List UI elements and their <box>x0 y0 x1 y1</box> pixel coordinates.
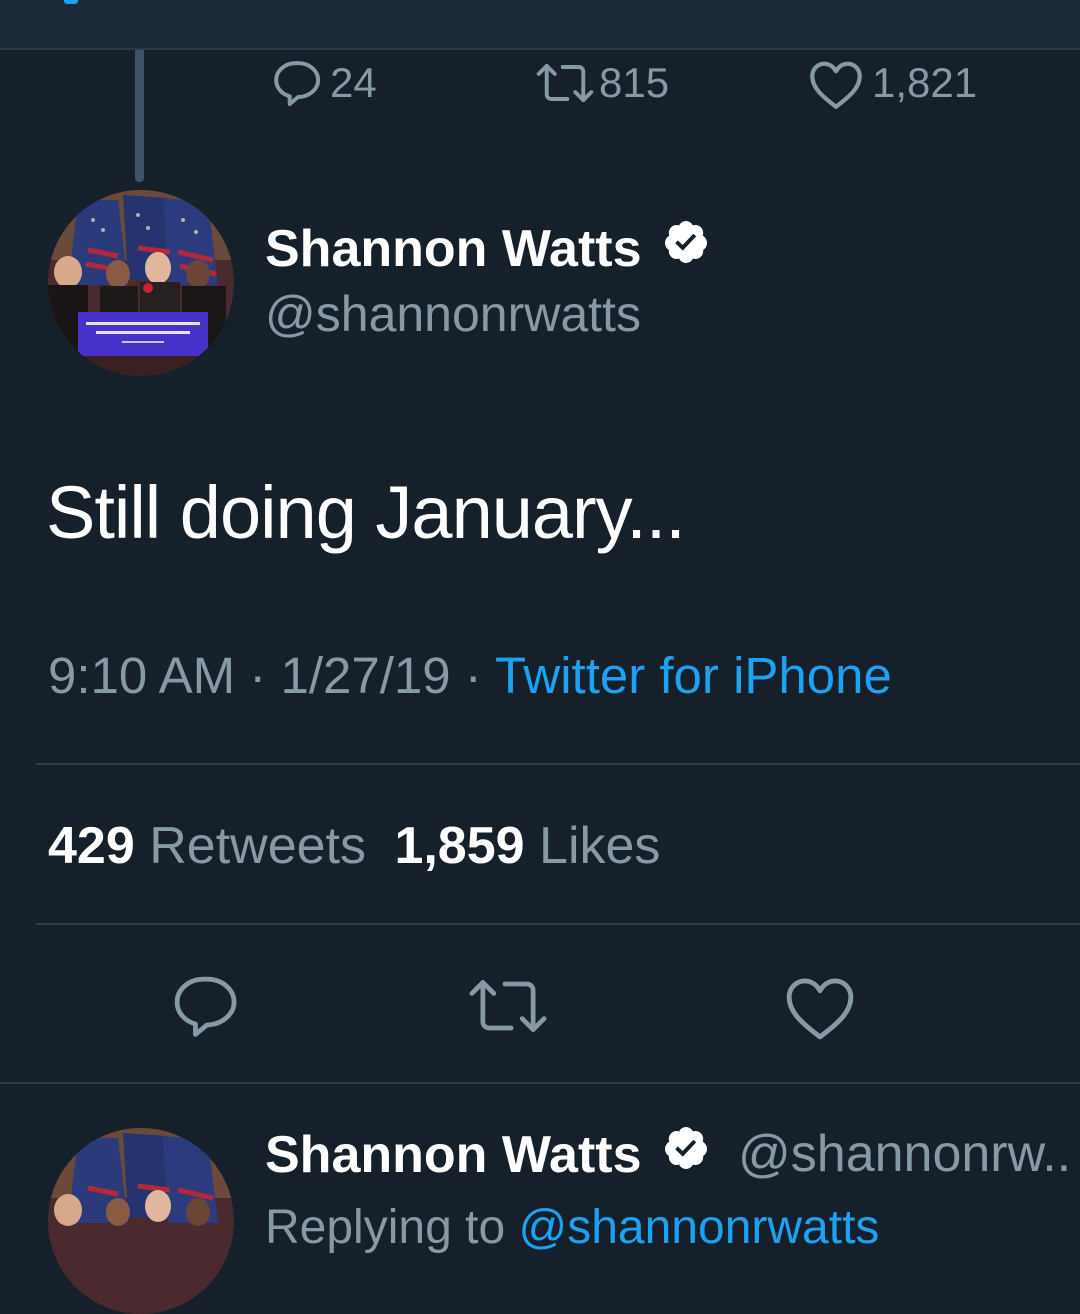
previous-reply-count: 24 <box>330 59 377 106</box>
heart-icon <box>781 968 859 1049</box>
avatar-image <box>48 190 234 376</box>
display-name-text: Shannon Watts <box>265 219 642 278</box>
display-name-text: Shannon Watts <box>265 1125 642 1184</box>
avatar[interactable] <box>48 190 234 376</box>
likes-stat[interactable]: 1,859 Likes <box>394 817 660 875</box>
replying-to-line: Replying to @shannonrwatts <box>265 1200 879 1255</box>
heart-icon <box>806 55 866 111</box>
tweet-text: Still doing January... <box>46 471 686 554</box>
next-tweet-display-name[interactable]: Shannon Watts <box>265 1124 710 1185</box>
previous-tweet-actions: 24 815 1,821 <box>0 55 1080 115</box>
tweet-date: 1/27/19 <box>280 647 451 704</box>
like-button[interactable] <box>780 968 860 1048</box>
avatar-image <box>48 1128 234 1314</box>
tweet-stats: 429 Retweets 1,859 Likes <box>48 816 660 876</box>
divider <box>36 763 1080 765</box>
top-bar-accent <box>64 0 78 4</box>
replying-to-mention[interactable]: @shannonrwatts <box>518 1201 879 1254</box>
next-tweet-handle[interactable]: @shannonrw.. <box>738 1124 1071 1184</box>
retweet-icon <box>533 55 597 111</box>
tweet-metadata: 9:10 AM · 1/27/19 · Twitter for iPhone <box>48 646 892 705</box>
reply-icon <box>268 55 324 111</box>
previous-like-count: 1,821 <box>872 59 978 106</box>
tweet-separator <box>0 1082 1080 1084</box>
likes-label: Likes <box>539 817 661 875</box>
replying-to-label: Replying to <box>265 1201 506 1254</box>
avatar[interactable] <box>48 1128 234 1314</box>
reply-button[interactable] <box>164 968 244 1048</box>
meta-separator: · <box>464 647 482 704</box>
verified-badge-icon <box>662 218 710 279</box>
retweets-count: 429 <box>48 817 135 875</box>
display-name[interactable]: Shannon Watts <box>265 218 710 279</box>
meta-separator: · <box>249 647 267 704</box>
tweet-source-link[interactable]: Twitter for iPhone <box>495 647 892 704</box>
likes-count: 1,859 <box>394 817 525 875</box>
retweets-stat[interactable]: 429 Retweets <box>48 817 380 875</box>
top-bar <box>0 0 1080 50</box>
previous-retweet-button[interactable]: 815 <box>533 55 669 111</box>
verified-badge-icon <box>662 1124 710 1185</box>
tweet-time: 9:10 AM <box>48 647 236 704</box>
previous-retweet-count: 815 <box>599 59 670 106</box>
user-handle[interactable]: @shannonrwatts <box>265 285 641 343</box>
divider <box>36 923 1080 925</box>
retweet-icon <box>464 968 552 1049</box>
retweet-button[interactable] <box>468 968 548 1048</box>
previous-like-button[interactable]: 1,821 <box>806 55 977 111</box>
reply-icon <box>166 968 242 1049</box>
previous-reply-button[interactable]: 24 <box>268 55 377 111</box>
retweets-label: Retweets <box>149 817 366 875</box>
